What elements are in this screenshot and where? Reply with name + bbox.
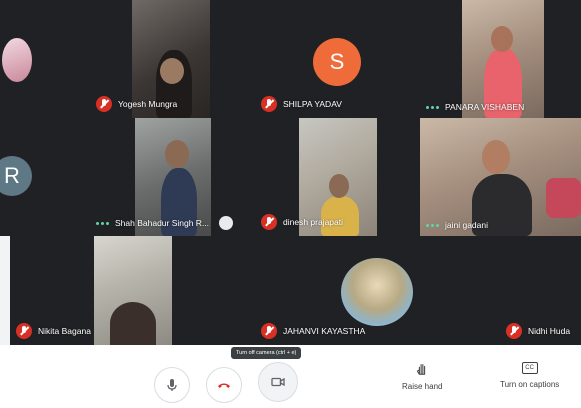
participant-tile-dinesh[interactable]: dinesh prajapati	[255, 118, 420, 236]
participant-name-row: Nidhi Huda	[506, 323, 570, 339]
participant-tile-shilpa[interactable]: S SHILPA YADAV	[255, 0, 420, 118]
microphone-button[interactable]	[154, 367, 190, 403]
participant-tile-nikita[interactable]: Nikita Bagana	[10, 236, 255, 345]
participant-face	[329, 174, 349, 198]
participant-name: PANARA VISHABEN	[445, 102, 525, 112]
participant-name-row: dinesh prajapati	[261, 214, 343, 230]
mic-off-icon	[261, 323, 277, 339]
pin-icon[interactable]	[219, 216, 234, 230]
camera-icon	[271, 377, 285, 387]
camera-tooltip: Turn off camera (ctrl + e)	[231, 347, 302, 359]
participant-name: Nidhi Huda	[528, 326, 571, 336]
speaking-indicator-icon	[426, 105, 439, 109]
mic-off-icon	[506, 323, 522, 339]
mic-off-icon	[16, 323, 32, 339]
participant-face	[165, 140, 189, 168]
participant-name-row: SHILPA YADAV	[261, 96, 342, 112]
background-object	[546, 178, 581, 218]
participant-name: JAHANVI KAYASTHA	[283, 326, 366, 336]
participant-name: dinesh prajapati	[283, 217, 344, 227]
microphone-icon	[167, 379, 177, 391]
captions-icon: CC	[521, 362, 538, 374]
participant-video	[420, 118, 581, 236]
participant-name-row: jaini gadani	[426, 220, 488, 230]
participant-avatar-letter: S	[313, 38, 361, 86]
participant-tile-yogesh[interactable]: Yogesh Mungra	[90, 0, 255, 118]
participant-tile-left-avatar[interactable]: R	[0, 118, 62, 236]
hang-up-icon	[218, 383, 230, 388]
participant-name-row: PANARA VISHABEN	[426, 102, 524, 112]
participant-face	[160, 58, 184, 84]
participant-name: Yogesh Mungra	[118, 99, 178, 109]
participant-name: SHILPA YADAV	[283, 99, 342, 109]
meeting-stage: Yogesh Mungra S SHILPA YADAV PANARA VISH…	[0, 0, 581, 408]
participant-tile-jahanvi[interactable]: JAHANVI KAYASTHA	[255, 236, 420, 345]
participant-avatar-letter: R	[0, 156, 32, 196]
captions-button[interactable]: CC Turn on captions	[500, 362, 559, 389]
participant-name-row: Yogesh Mungra	[96, 96, 177, 112]
participant-tile-jaini[interactable]: jaini gadani	[420, 118, 581, 236]
raise-hand-icon	[417, 364, 426, 375]
participant-tile-left-partial[interactable]	[0, 0, 62, 118]
participant-name-row: Nikita Bagana	[16, 323, 91, 339]
participant-video	[462, 0, 544, 118]
raise-hand-button[interactable]: Raise hand	[402, 362, 442, 391]
mic-off-icon	[261, 214, 277, 230]
mic-off-icon	[96, 96, 112, 112]
camera-button[interactable]	[258, 362, 298, 402]
captions-label: Turn on captions	[500, 380, 560, 389]
raise-hand-label: Raise hand	[402, 382, 443, 391]
participant-name: jaini gadani	[445, 220, 489, 230]
participant-name-row: JAHANVI KAYASTHA	[261, 323, 365, 339]
participant-video	[94, 236, 172, 345]
participant-avatar-photo	[341, 258, 413, 326]
participant-tile-panara[interactable]: PANARA VISHABEN	[420, 0, 581, 118]
speaking-indicator-icon	[96, 221, 109, 225]
participant-tile-nidhi[interactable]: Nidhi Huda	[420, 236, 581, 345]
participant-name: Nikita Bagana	[38, 326, 91, 336]
participant-name: Shah Bahadur Singh R...	[115, 218, 210, 228]
participant-avatar-photo	[2, 38, 32, 82]
end-call-button[interactable]	[206, 367, 242, 403]
mic-off-icon	[261, 96, 277, 112]
participant-face	[110, 302, 156, 345]
participant-face	[482, 140, 510, 174]
speaking-indicator-icon	[426, 223, 439, 227]
participant-tile-shah[interactable]: Shah Bahadur Singh R...	[90, 118, 255, 236]
participant-face	[491, 26, 513, 52]
participant-name-row: Shah Bahadur Singh R...	[96, 216, 234, 230]
